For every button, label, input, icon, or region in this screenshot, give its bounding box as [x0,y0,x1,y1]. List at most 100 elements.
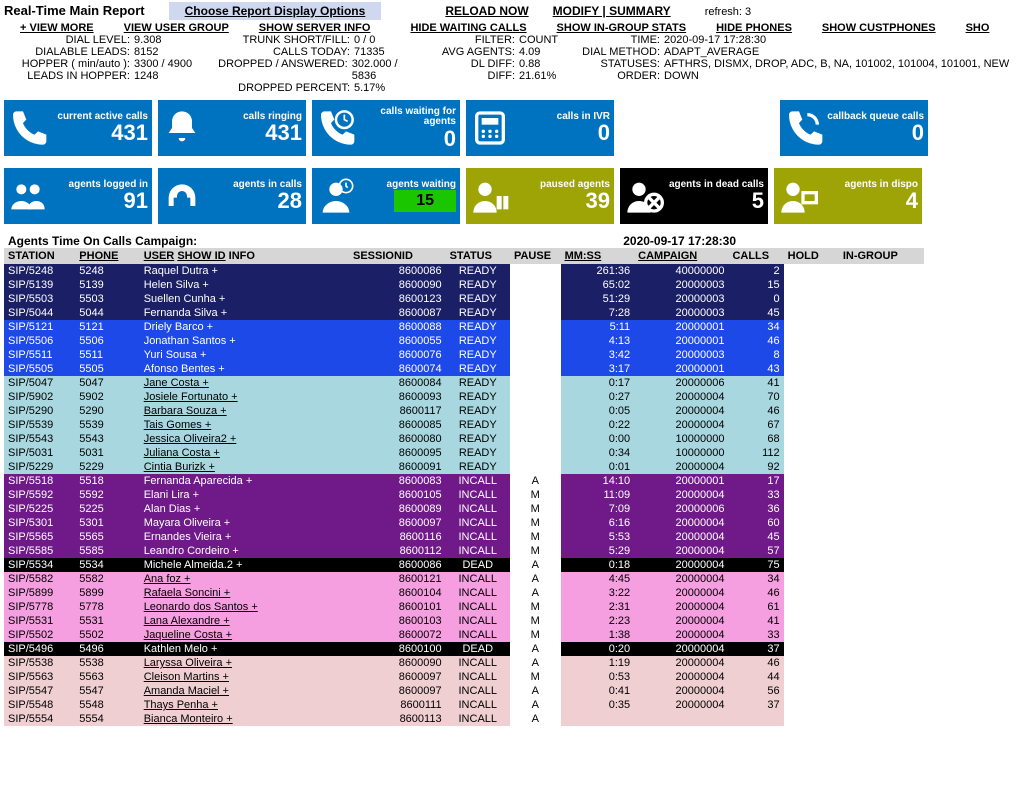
tile-agents[interactable]: agents logged in91 [4,168,152,224]
cell-user[interactable]: Juliana Costa + [140,446,349,460]
tile-phone[interactable]: current active calls431 [4,100,152,156]
table-row[interactable]: SIP/55655565Ernandes Vieira +8600116INCA… [4,530,924,544]
view-user-group-link[interactable]: VIEW USER GROUP [124,22,229,34]
table-row[interactable]: SIP/55395539Tais Gomes +8600085READY0:22… [4,418,924,432]
tile-clock[interactable]: calls waiting for agents0 [312,100,460,156]
table-row[interactable]: SIP/50445044Fernanda Silva +8600087READY… [4,306,924,320]
cell-user[interactable]: Jaqueline Costa + [140,628,349,642]
table-row[interactable]: SIP/55115511Yuri Sousa +8600076READY3:42… [4,348,924,362]
table-row[interactable]: SIP/55055505Afonso Bentes +8600074READY3… [4,362,924,376]
col-show-id[interactable]: SHOW ID [177,250,225,262]
cell-user[interactable]: Mayara Oliveira + [140,516,349,530]
cell-user[interactable]: Raquel Dutra + [140,264,349,278]
table-row[interactable]: SIP/55925592Elani Lira +8600105INCALLM11… [4,488,924,502]
cell-user[interactable]: Leonardo dos Santos + [140,600,349,614]
cell-user[interactable]: Cleison Martins + [140,670,349,684]
table-row[interactable]: SIP/52905290Barbara Souza +8600117READY0… [4,404,924,418]
cell-user[interactable]: Michele Almeida.2 + [140,558,349,572]
cell-user[interactable]: Lana Alexandre + [140,614,349,628]
table-row[interactable]: SIP/55825582Ana foz +8600121INCALLA4:452… [4,572,924,586]
col-session[interactable]: SESSIONID [349,248,446,264]
cell-user[interactable]: Josiele Fortunato + [140,390,349,404]
table-row[interactable]: SIP/52295229Cintia Burizk +8600091READY0… [4,460,924,474]
cell-user[interactable]: Jane Costa + [140,376,349,390]
col-mmss[interactable]: MM:SS [561,248,635,264]
col-calls[interactable]: CALLS [728,248,783,264]
cell-user[interactable]: Ana foz + [140,572,349,586]
cell-user[interactable]: Cintia Burizk + [140,460,349,474]
tile-dead[interactable]: agents in dead calls5 [620,168,768,224]
table-row[interactable]: SIP/57785778Leonardo dos Santos +8600101… [4,600,924,614]
cell-user[interactable]: Ernandes Vieira + [140,530,349,544]
table-row[interactable]: SIP/54965496Kathlen Melo +8600100DEADA0:… [4,642,924,656]
reload-link[interactable]: RELOAD NOW [445,4,528,18]
table-row[interactable]: SIP/50315031Juliana Costa +8600095READY0… [4,446,924,460]
cell-user[interactable]: Alan Dias + [140,502,349,516]
col-campaign[interactable]: CAMPAIGN [634,248,728,264]
tile-headset[interactable]: agents in calls28 [158,168,306,224]
view-more-link[interactable]: + VIEW MORE [20,22,94,34]
col-phone[interactable]: PHONE [75,248,139,264]
cell-user[interactable]: Yuri Sousa + [140,348,349,362]
table-row[interactable]: SIP/58995899Rafaela Soncini +8600104INCA… [4,586,924,600]
col-hold[interactable]: HOLD [784,248,839,264]
cell-user[interactable]: Elani Lira + [140,488,349,502]
table-row[interactable]: SIP/55635563Cleison Martins +8600097INCA… [4,670,924,684]
table-row[interactable]: SIP/53015301Mayara Oliveira +8600097INCA… [4,516,924,530]
table-row[interactable]: SIP/55385538Laryssa Oliveira +8600090INC… [4,656,924,670]
tile-ivr[interactable]: calls in IVR0 [466,100,614,156]
table-row[interactable]: SIP/55345534Michele Almeida.2 +8600086DE… [4,558,924,572]
tile-wait[interactable]: agents waiting15 [312,168,460,224]
cell-user[interactable]: Driely Barco + [140,320,349,334]
cell-user[interactable]: Amanda Maciel + [140,684,349,698]
modify-link[interactable]: MODIFY [553,4,599,18]
table-row[interactable]: SIP/55185518Fernanda Aparecida +8600083I… [4,474,924,488]
cell-user[interactable]: Tais Gomes + [140,418,349,432]
cell-user[interactable]: Jonathan Santos + [140,334,349,348]
cell-user[interactable]: Barbara Souza + [140,404,349,418]
show-ingroup-link[interactable]: SHOW IN-GROUP STATS [557,22,687,34]
col-status[interactable]: STATUS [446,248,510,264]
table-row[interactable]: SIP/51395139Helen Silva +8600090READY65:… [4,278,924,292]
cell-user[interactable]: Helen Silva + [140,278,349,292]
cell-user[interactable]: Kathlen Melo + [140,642,349,656]
hide-phones-link[interactable]: HIDE PHONES [716,22,792,34]
table-row[interactable]: SIP/55065506Jonathan Santos +8600055READ… [4,334,924,348]
table-row[interactable]: SIP/55035503Suellen Cunha +8600123READY5… [4,292,924,306]
table-row[interactable]: SIP/55855585Leandro Cordeiro +8600112INC… [4,544,924,558]
table-row[interactable]: SIP/52255225Alan Dias +8600089INCALLM7:0… [4,502,924,516]
cell-user[interactable]: Jessica Oliveira2 + [140,432,349,446]
summary-link[interactable]: SUMMARY [609,4,671,18]
col-ingroup[interactable]: IN-GROUP [839,248,924,264]
table-row[interactable]: SIP/51215121Driely Barco +8600088READY5:… [4,320,924,334]
cell-user[interactable]: Fernanda Aparecida + [140,474,349,488]
tile-bell[interactable]: calls ringing431 [158,100,306,156]
col-pause[interactable]: PAUSE [510,248,561,264]
cell-user[interactable]: Leandro Cordeiro + [140,544,349,558]
tile-dispo[interactable]: agents in dispo4 [774,168,922,224]
show-server-info-link[interactable]: SHOW SERVER INFO [259,22,371,34]
tile-callback[interactable]: callback queue calls0 [780,100,928,156]
col-station[interactable]: STATION [4,248,75,264]
table-row[interactable]: SIP/50475047Jane Costa +8600084READY0:17… [4,376,924,390]
table-row[interactable]: SIP/52485248Raquel Dutra +8600086READY26… [4,264,924,278]
table-row[interactable]: SIP/55435543Jessica Oliveira2 +8600080RE… [4,432,924,446]
table-row[interactable]: SIP/55025502Jaqueline Costa +8600072INCA… [4,628,924,642]
show-custphones-link[interactable]: SHOW CUSTPHONES [822,22,936,34]
cell-user[interactable]: Bianca Monteiro + [140,712,349,726]
sho-link[interactable]: SHO [966,22,990,34]
table-row[interactable]: SIP/55475547Amanda Maciel +8600097INCALL… [4,684,924,698]
hide-waiting-link[interactable]: HIDE WAITING CALLS [410,22,526,34]
table-row[interactable]: SIP/55545554Bianca Monteiro +8600113INCA… [4,712,924,726]
table-row[interactable]: SIP/55315531Lana Alexandre +8600103INCAL… [4,614,924,628]
cell-user[interactable]: Afonso Bentes + [140,362,349,376]
options-button[interactable]: Choose Report Display Options [169,2,382,20]
cell-user[interactable]: Thays Penha + [140,698,349,712]
table-row[interactable]: SIP/55485548Thays Penha +8600111INCALLA0… [4,698,924,712]
col-user[interactable]: USER [144,250,175,262]
tile-pause[interactable]: paused agents39 [466,168,614,224]
cell-user[interactable]: Rafaela Soncini + [140,586,349,600]
table-row[interactable]: SIP/59025902Josiele Fortunato +8600093RE… [4,390,924,404]
cell-user[interactable]: Suellen Cunha + [140,292,349,306]
cell-user[interactable]: Laryssa Oliveira + [140,656,349,670]
